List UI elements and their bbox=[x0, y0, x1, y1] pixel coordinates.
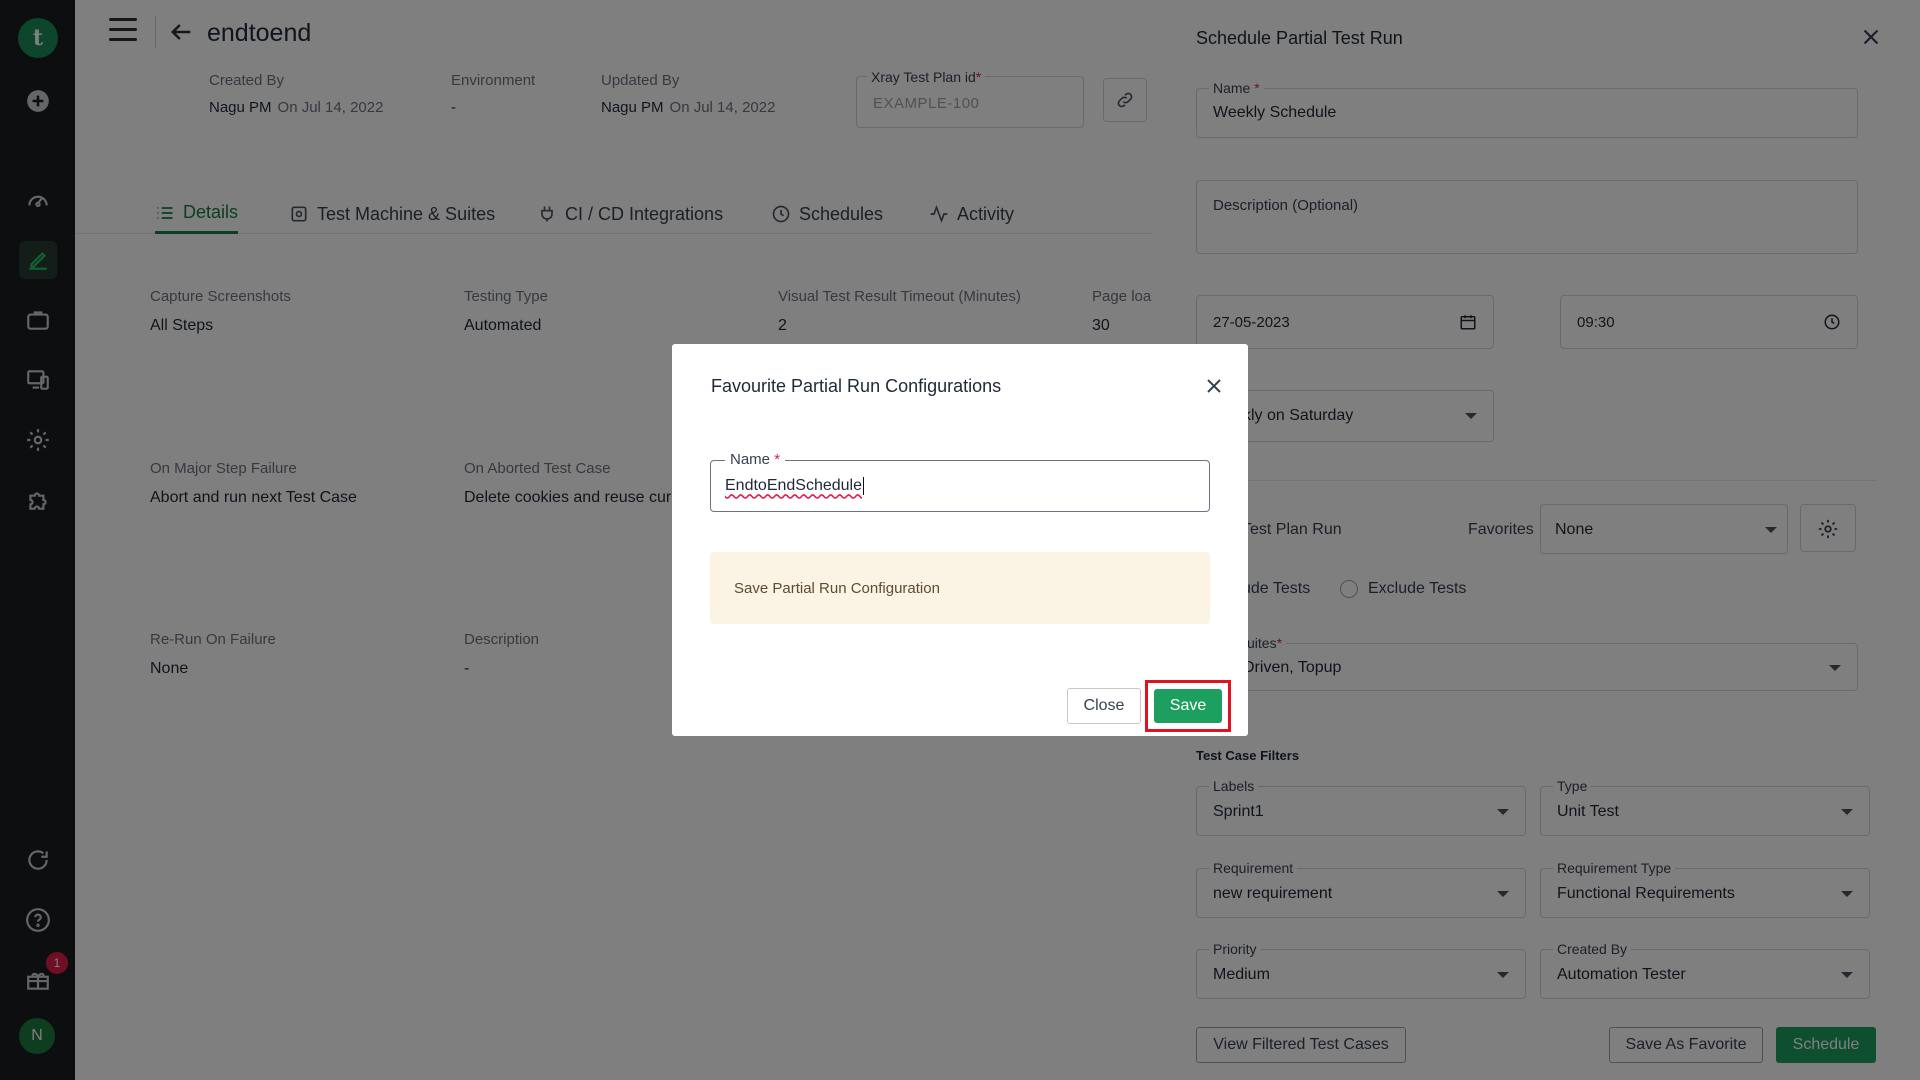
modal-title: Favourite Partial Run Configurations bbox=[711, 376, 1002, 396]
favourite-name-label: Name * bbox=[725, 451, 786, 468]
notice-text: Save Partial Run Configuration bbox=[734, 580, 940, 597]
favourite-name-input[interactable]: Name * EndtoEndSchedule bbox=[710, 451, 1210, 512]
save-button-highlight: Save bbox=[1145, 680, 1231, 732]
close-button[interactable]: Close bbox=[1067, 688, 1141, 724]
favourite-config-modal: Favourite Partial Run Configurations Nam… bbox=[672, 344, 1248, 736]
close-icon[interactable] bbox=[1202, 374, 1226, 398]
save-config-notice: Save Partial Run Configuration bbox=[710, 552, 1210, 624]
favourite-name-value: EndtoEndSchedule bbox=[725, 477, 864, 495]
save-button[interactable]: Save bbox=[1154, 689, 1222, 723]
